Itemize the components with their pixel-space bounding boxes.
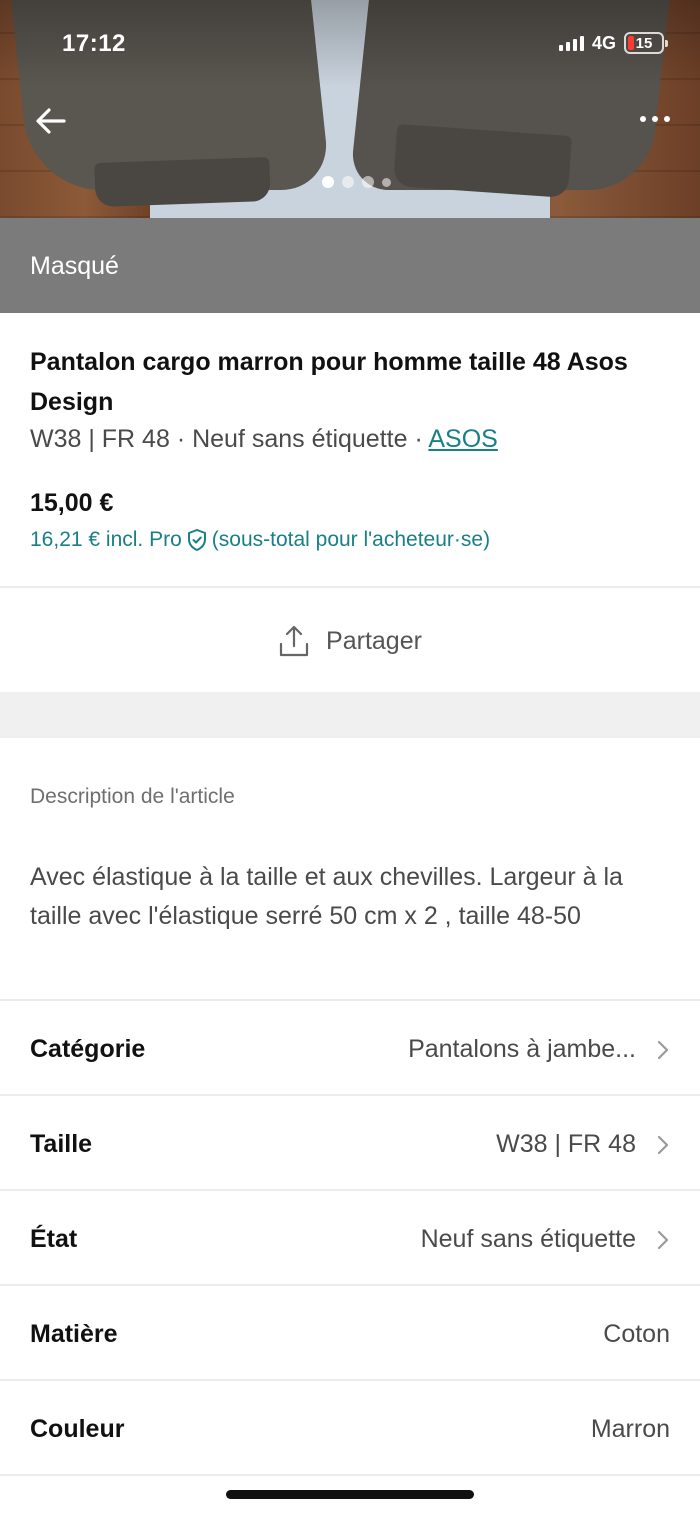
battery-level: 15 — [635, 34, 653, 52]
hidden-status-text: Masqué — [30, 252, 119, 280]
divider — [0, 1474, 700, 1476]
attribute-value: Neuf sans étiquette — [421, 1225, 670, 1254]
page-dot — [342, 176, 354, 188]
shield-check-icon — [187, 529, 206, 551]
share-label: Partager — [326, 626, 422, 655]
pro-price: 16,21 € incl. Pro — [30, 528, 182, 551]
divider — [0, 1379, 700, 1381]
item-condition: Neuf sans étiquette — [192, 425, 408, 453]
attribute-row-color: Couleur Marron — [0, 1382, 700, 1477]
page-dot-active — [322, 176, 334, 188]
item-size: W38 | FR 48 — [30, 425, 170, 453]
back-arrow-icon[interactable] — [34, 104, 68, 138]
attribute-value: W38 | FR 48 — [496, 1130, 670, 1159]
attribute-value: Coton — [603, 1320, 670, 1349]
photo-pagination-dots — [322, 176, 391, 188]
attribute-value: Marron — [591, 1415, 670, 1444]
chevron-right-icon — [657, 1040, 669, 1059]
share-icon — [279, 625, 309, 657]
item-price: 15,00 € — [30, 489, 114, 517]
attribute-value-text: Marron — [590, 1415, 670, 1443]
battery-level-fill — [628, 36, 634, 50]
attribute-value-text: Neuf sans étiquette — [420, 1225, 636, 1253]
attribute-value-text: Pantalons à jambe... — [408, 1035, 636, 1063]
attribute-value-text: W38 | FR 48 — [496, 1130, 636, 1158]
divider — [0, 999, 700, 1001]
meta-separator: · — [169, 425, 193, 453]
page-dot — [382, 177, 391, 187]
attribute-row-condition[interactable]: État Neuf sans étiquette — [0, 1192, 700, 1287]
brand-link[interactable]: ASOS — [428, 425, 497, 453]
battery-icon: 15 — [624, 32, 668, 54]
status-time: 17:12 — [62, 30, 126, 57]
hidden-status-banner: Masqué — [0, 218, 700, 313]
share-button[interactable]: Partager — [0, 590, 700, 692]
page-dot — [362, 176, 374, 188]
section-gap — [0, 692, 700, 738]
attribute-row-category[interactable]: Catégorie Pantalons à jambe... — [0, 1002, 700, 1097]
divider — [0, 1094, 700, 1096]
buyer-protection-price[interactable]: 16,21 € incl. Pro (sous-total pour l'ach… — [30, 528, 490, 552]
item-meta: W38 | FR 48 · Neuf sans étiquette · ASOS — [30, 422, 498, 456]
attribute-value-text: Coton — [603, 1320, 670, 1348]
signal-icon — [558, 35, 584, 51]
attribute-label: Taille — [30, 1130, 93, 1158]
divider — [0, 586, 700, 588]
description-heading: Description de l'article — [30, 785, 235, 808]
attribute-label: État — [30, 1225, 78, 1253]
item-title: Pantalon cargo marron pour homme taille … — [30, 348, 628, 416]
attribute-label: Catégorie — [30, 1035, 146, 1063]
divider — [0, 1189, 700, 1191]
more-options-icon[interactable] — [640, 116, 670, 122]
network-type: 4G — [591, 32, 616, 53]
meta-separator: · — [407, 425, 429, 453]
pro-note: (sous-total pour l'acheteur·se) — [211, 528, 491, 551]
description-body: Avec élastique à la taille et aux chevil… — [30, 863, 623, 930]
chevron-right-icon — [657, 1230, 669, 1249]
chevron-right-icon — [657, 1135, 669, 1154]
status-indicators: 4G 15 — [558, 32, 668, 54]
home-indicator[interactable] — [226, 1490, 474, 1499]
attribute-label: Matière — [30, 1320, 118, 1348]
attribute-label: Couleur — [30, 1415, 125, 1443]
attribute-value: Pantalons à jambe... — [408, 1035, 670, 1064]
divider — [0, 1284, 700, 1286]
attribute-row-material: Matière Coton — [0, 1287, 700, 1382]
attribute-row-size[interactable]: Taille W38 | FR 48 — [0, 1097, 700, 1192]
